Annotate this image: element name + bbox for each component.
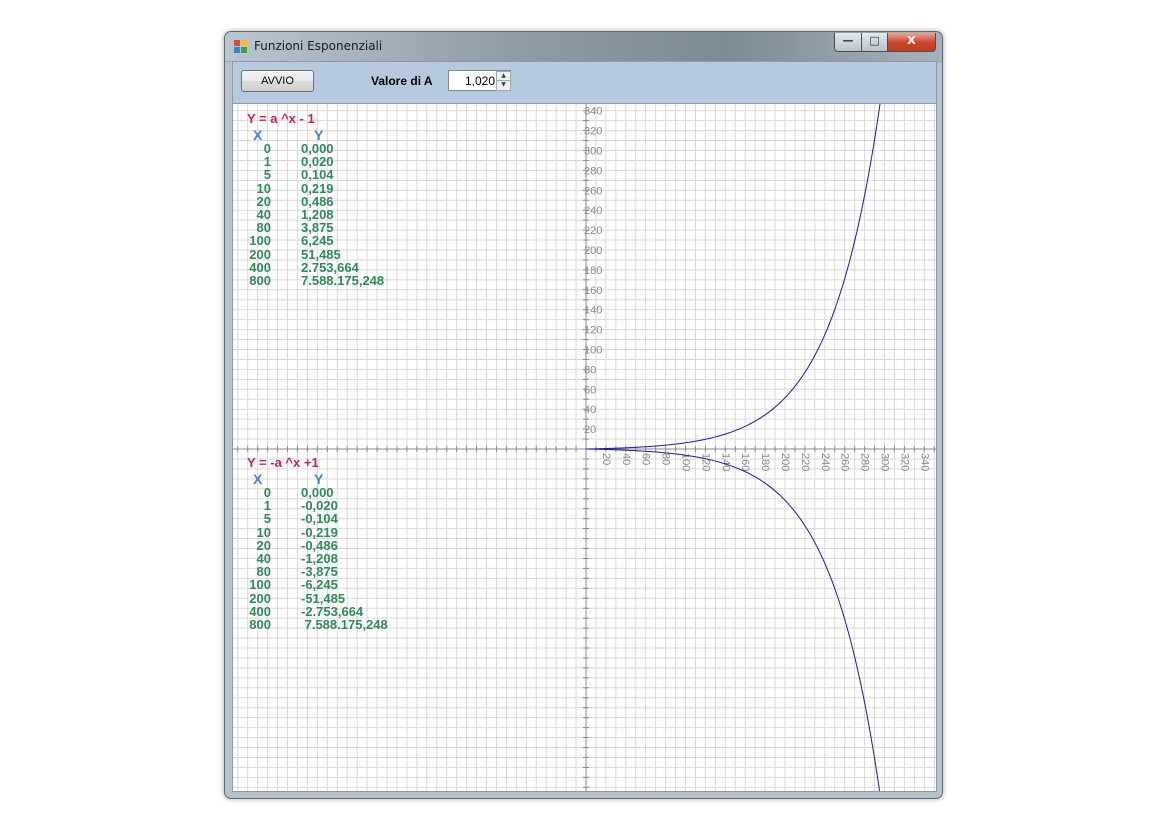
x-tick-label: 340 — [918, 453, 930, 471]
x-value: 5 — [263, 511, 271, 527]
title-bar[interactable]: Funzioni Esponenziali — □ X — [225, 32, 942, 61]
y-value: -0,020 — [301, 498, 338, 514]
minimize-icon: — — [842, 34, 854, 47]
y-tick-label: 80 — [584, 364, 596, 376]
y-tick-label: 40 — [584, 404, 596, 416]
formula-top: Y = a ^x - 1 — [247, 111, 315, 126]
x-tick-label: 160 — [739, 453, 751, 471]
x-tick-label: 180 — [759, 453, 771, 471]
y-value: 0,020 — [301, 154, 334, 170]
x-value: 20 — [256, 193, 271, 209]
y-value: 0,000 — [301, 485, 334, 500]
x-tick-label: 260 — [839, 453, 851, 471]
x-value: 20 — [256, 537, 271, 553]
x-tick-label: 300 — [879, 453, 891, 471]
x-value: 200 — [249, 246, 271, 262]
x-value: 10 — [256, 180, 271, 196]
x-value: 400 — [249, 603, 271, 619]
app-window: Funzioni Esponenziali — □ X AVVIO Valore… — [224, 31, 943, 799]
maximize-button[interactable]: □ — [861, 33, 888, 52]
y-tick-label: 180 — [584, 265, 602, 277]
y-value: 51,485 — [301, 246, 341, 262]
formula-bottom: Y = -a ^x +1 — [247, 455, 319, 470]
x-tick-label: 280 — [859, 453, 871, 471]
y-value: 3,875 — [301, 220, 334, 236]
y-value: -0,104 — [301, 511, 338, 527]
y-tick-label: 220 — [584, 225, 602, 237]
x-tick-label: 60 — [640, 453, 652, 465]
y-value: -3,875 — [301, 564, 338, 580]
start-button[interactable]: AVVIO — [241, 70, 314, 92]
x-tick-label: 220 — [799, 453, 811, 471]
y-value: 7.588.175,248 — [301, 617, 388, 632]
y-value: -51,485 — [301, 590, 346, 606]
y-value: -0,486 — [301, 537, 338, 553]
spin-down-button[interactable]: ▼ — [496, 80, 511, 91]
toolbar: AVVIO Valore di A ▲ ▼ — [232, 61, 937, 104]
y-value: 1,208 — [301, 207, 334, 222]
y-tick-label: 120 — [584, 325, 602, 337]
y-value: 0,486 — [301, 193, 334, 209]
x-value: 40 — [256, 551, 271, 566]
x-tick-label: 20 — [600, 453, 612, 465]
curve-top — [585, 104, 881, 450]
a-value-label: Valore di A — [371, 74, 433, 88]
x-value: 100 — [249, 577, 271, 593]
x-tick-label: 40 — [620, 453, 632, 465]
x-tick-label: 320 — [898, 453, 910, 471]
y-tick-label: 60 — [584, 384, 596, 396]
x-tick-label: 80 — [660, 453, 672, 465]
y-tick-label: 200 — [584, 245, 602, 257]
close-icon: X — [907, 34, 916, 47]
x-value: 200 — [249, 590, 271, 606]
close-button[interactable]: X — [887, 33, 936, 52]
x-header-bottom: X — [253, 471, 263, 487]
x-value: 10 — [256, 524, 271, 540]
y-value: 0,104 — [301, 167, 334, 183]
x-value: 400 — [249, 259, 271, 275]
x-value: 0 — [263, 141, 271, 156]
x-tick-label: 120 — [699, 453, 711, 471]
y-tick-label: 260 — [584, 185, 602, 197]
y-tick-label: 100 — [584, 345, 602, 357]
y-value: 0,219 — [301, 180, 334, 196]
y-value: 6,245 — [301, 233, 334, 249]
y-value: -2.753,664 — [301, 603, 364, 619]
exponential-chart: 2040608010012014016018020022024026028030… — [233, 104, 936, 791]
x-value: 1 — [263, 498, 271, 514]
y-value: 7.588.175,248 — [301, 273, 385, 288]
a-value-spinner: ▲ ▼ — [448, 70, 511, 91]
window-title: Funzioni Esponenziali — [254, 39, 383, 53]
minimize-button[interactable]: — — [834, 33, 862, 52]
y-value: -0,219 — [301, 524, 338, 540]
y-tick-label: 340 — [584, 106, 602, 118]
x-value: 5 — [263, 167, 271, 183]
x-tick-label: 200 — [779, 453, 791, 471]
maximize-icon: □ — [869, 34, 880, 47]
x-value: 80 — [256, 564, 271, 580]
app-icon — [234, 40, 247, 53]
y-value: -6,245 — [301, 577, 338, 593]
y-value: -1,208 — [301, 551, 338, 566]
plot-area: 20 40 60 80 100 120 140 160 180 200 220 240 260 280 30… — [232, 103, 937, 792]
x-header-top: X — [253, 127, 263, 143]
y-value: 2.753,664 — [301, 259, 359, 275]
y-tick-label: 160 — [584, 285, 602, 297]
x-value: 800 — [249, 273, 271, 288]
x-value: 40 — [256, 207, 271, 222]
x-value: 1 — [263, 154, 271, 170]
x-value: 100 — [249, 233, 271, 249]
y-tick-label: 240 — [584, 205, 602, 217]
y-tick-label: 140 — [584, 305, 602, 317]
y-value: 0,000 — [301, 141, 334, 156]
y-tick-label: 20 — [584, 424, 596, 436]
y-tick-label: 280 — [584, 165, 602, 177]
a-value-input[interactable] — [451, 71, 495, 90]
x-value: 80 — [256, 220, 271, 236]
y-tick-label: 300 — [584, 146, 602, 158]
x-value: 0 — [263, 485, 271, 500]
y-tick-label: 320 — [584, 126, 602, 138]
x-tick-label: 240 — [819, 453, 831, 471]
x-value: 800 — [249, 617, 271, 632]
